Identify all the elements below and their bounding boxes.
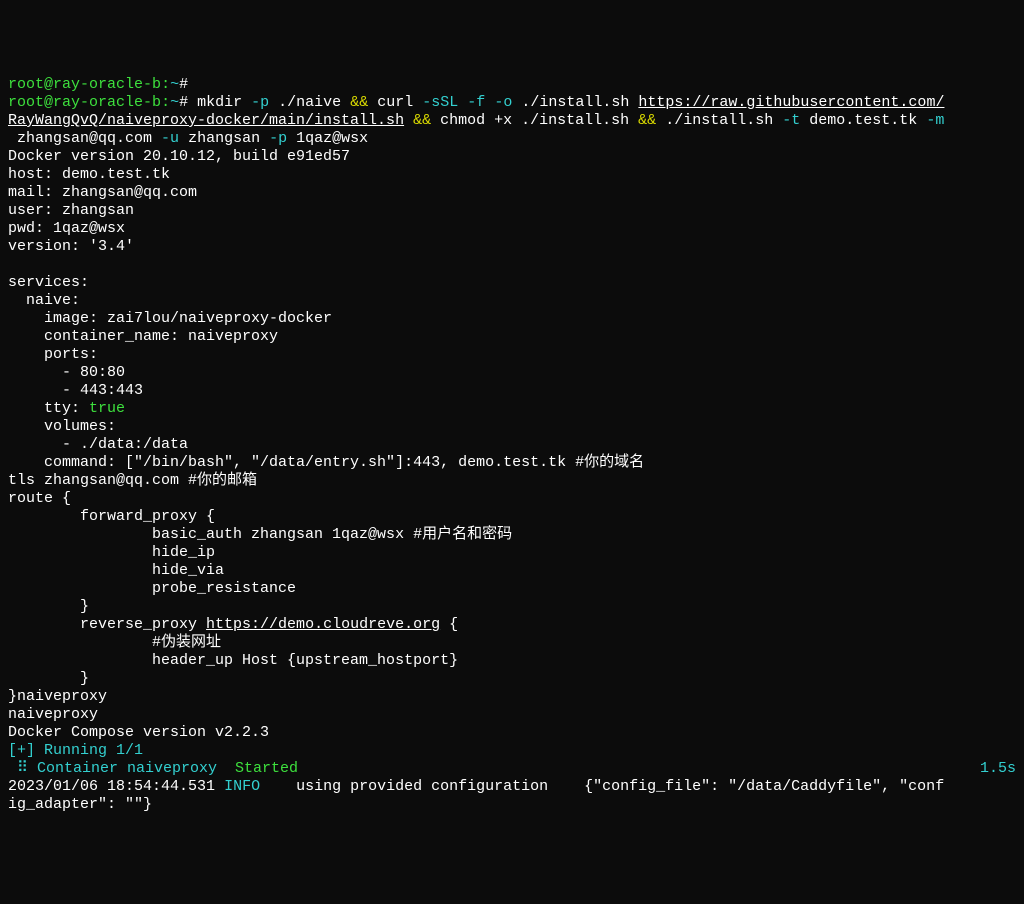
container-status: ⠿ Container naiveproxy Started1.5s <box>8 760 1016 778</box>
reverse-proxy: reverse_proxy https://demo.cloudreve.org… <box>8 616 1016 634</box>
naive-line: naive: <box>8 292 1016 310</box>
volume-entry: - ./data:/data <box>8 436 1016 454</box>
tty-line: tty: true <box>8 400 1016 418</box>
compose-ver: Docker Compose version v2.2.3 <box>8 724 1016 742</box>
container-name-line: container_name: naiveproxy <box>8 328 1016 346</box>
log-line-2: ig_adapter": ""} <box>8 796 1016 814</box>
port443-line: - 443:443 <box>8 382 1016 400</box>
hide-ip: hide_ip <box>8 544 1016 562</box>
naiveproxy-line: naiveproxy <box>8 706 1016 724</box>
blank-line <box>8 256 1016 274</box>
close-brace-3: }naiveproxy <box>8 688 1016 706</box>
mail-line: mail: zhangsan@qq.com <box>8 184 1016 202</box>
running-line: [+] Running 1/1 <box>8 742 1016 760</box>
port80-line: - 80:80 <box>8 364 1016 382</box>
close-brace-2: } <box>8 670 1016 688</box>
basic-auth: basic_auth zhangsan 1qaz@wsx #用户名和密码 <box>8 526 1016 544</box>
probe-resistance: probe_resistance <box>8 580 1016 598</box>
command-line-2: RayWangQvQ/naiveproxy-docker/main/instal… <box>8 112 1016 130</box>
services-line: services: <box>8 274 1016 292</box>
log-line-1: 2023/01/06 18:54:44.531 INFO using provi… <box>8 778 1016 796</box>
close-brace-1: } <box>8 598 1016 616</box>
command-line: root@ray-oracle-b:~# mkdir -p ./naive &&… <box>8 94 1016 112</box>
fake-addr: #伪装网址 <box>8 634 1016 652</box>
command-line-3: zhangsan@qq.com -u zhangsan -p 1qaz@wsx <box>8 130 1016 148</box>
image-line: image: zai7lou/naiveproxy-docker <box>8 310 1016 328</box>
compose-version-line: version: '3.4' <box>8 238 1016 256</box>
command-entry: command: ["/bin/bash", "/data/entry.sh"]… <box>8 454 1016 472</box>
volumes-line: volumes: <box>8 418 1016 436</box>
pwd-line: pwd: 1qaz@wsx <box>8 220 1016 238</box>
terminal-output[interactable]: root@ray-oracle-b:~#root@ray-oracle-b:~#… <box>8 76 1016 814</box>
ports-line: ports: <box>8 346 1016 364</box>
tls-line: tls zhangsan@qq.com #你的邮箱 <box>8 472 1016 490</box>
hide-via: hide_via <box>8 562 1016 580</box>
host-line: host: demo.test.tk <box>8 166 1016 184</box>
prompt-line-1: root@ray-oracle-b:~# <box>8 76 1016 94</box>
header-up: header_up Host {upstream_hostport} <box>8 652 1016 670</box>
forward-proxy: forward_proxy { <box>8 508 1016 526</box>
docker-version: Docker version 20.10.12, build e91ed57 <box>8 148 1016 166</box>
user-line: user: zhangsan <box>8 202 1016 220</box>
route-open: route { <box>8 490 1016 508</box>
